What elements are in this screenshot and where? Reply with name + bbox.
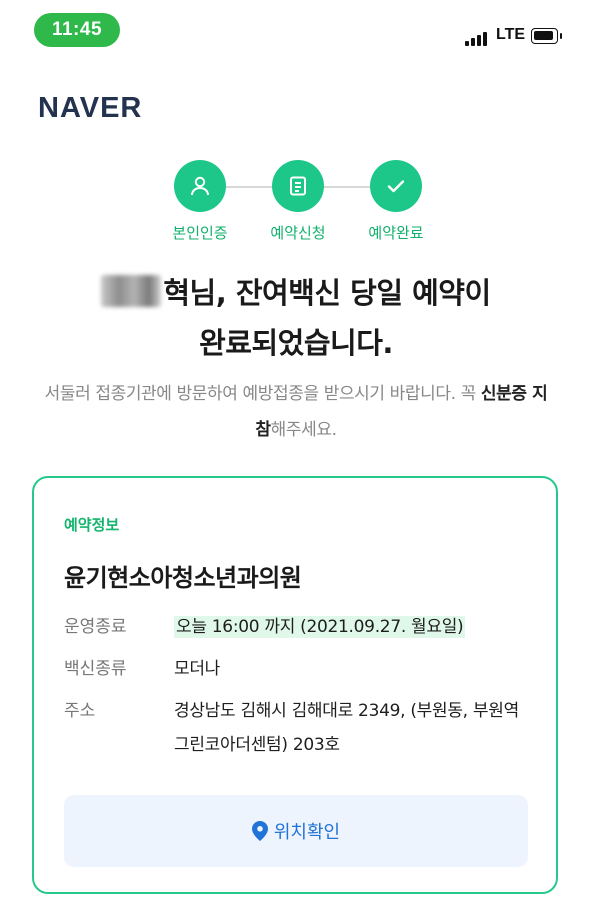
instruction-part: 해주세요.	[270, 420, 337, 440]
location-button-label: 위치확인	[273, 822, 341, 843]
reservation-card: 예약정보 윤기현소아청소년과의원 운영종료 오늘 16:00 까지 (2021.…	[32, 476, 558, 894]
step-identity: 본인인증	[150, 160, 250, 243]
map-pin-icon	[251, 821, 268, 841]
location-button[interactable]: 위치확인	[64, 795, 528, 867]
step-label: 예약신청	[270, 224, 326, 242]
section-label: 예약정보	[64, 516, 120, 534]
info-value: 경상남도 김해시 김해대로 2349, (부원동, 부원역그린코아더센텀) 20…	[174, 701, 519, 755]
clipboard-icon	[272, 160, 324, 212]
page-title: 혁님, 잔여백신 당일 예약이 완료되었습니다.	[0, 268, 592, 368]
info-key: 백신종류	[64, 659, 127, 679]
instruction-part: 서둘러 접종기관에 방문하여 예방접종을 받으시기 바랍니다. 꼭	[44, 384, 481, 404]
progress-steps: 본인인증 예약신청 예약완료	[150, 160, 446, 250]
info-value: 오늘 16:00 까지 (2021.09.27. 월요일)	[174, 610, 534, 644]
step-request: 예약신청	[248, 160, 348, 243]
title-name-suffix: 혁님, 잔여백신 당일 예약이	[163, 276, 491, 310]
info-key: 운영종료	[64, 617, 127, 637]
info-key: 주소	[64, 701, 96, 721]
status-time: 11:45	[34, 13, 120, 47]
battery-icon	[531, 28, 562, 44]
person-icon	[174, 160, 226, 212]
check-icon	[370, 160, 422, 212]
closing-time-highlight: 오늘 16:00 까지 (2021.09.27. 월요일)	[174, 616, 466, 638]
signal-icon	[465, 30, 491, 46]
clinic-name: 윤기현소아청소년과의원	[64, 564, 302, 592]
step-label: 본인인증	[172, 224, 228, 242]
title-line-1: 혁님, 잔여백신 당일 예약이	[0, 268, 592, 318]
title-line-2: 완료되었습니다.	[199, 326, 393, 360]
instruction-text: 서둘러 접종기관에 방문하여 예방접종을 받으시기 바랍니다. 꼭 신분증 지참…	[40, 376, 552, 448]
step-complete: 예약완료	[346, 160, 446, 243]
info-value: 모더나	[174, 659, 221, 679]
naver-logo[interactable]: NAVER	[38, 92, 142, 125]
network-label: LTE	[496, 26, 526, 43]
status-bar: 11:45 LTE	[0, 0, 592, 62]
redacted-name	[101, 275, 162, 307]
step-label: 예약완료	[368, 224, 424, 242]
